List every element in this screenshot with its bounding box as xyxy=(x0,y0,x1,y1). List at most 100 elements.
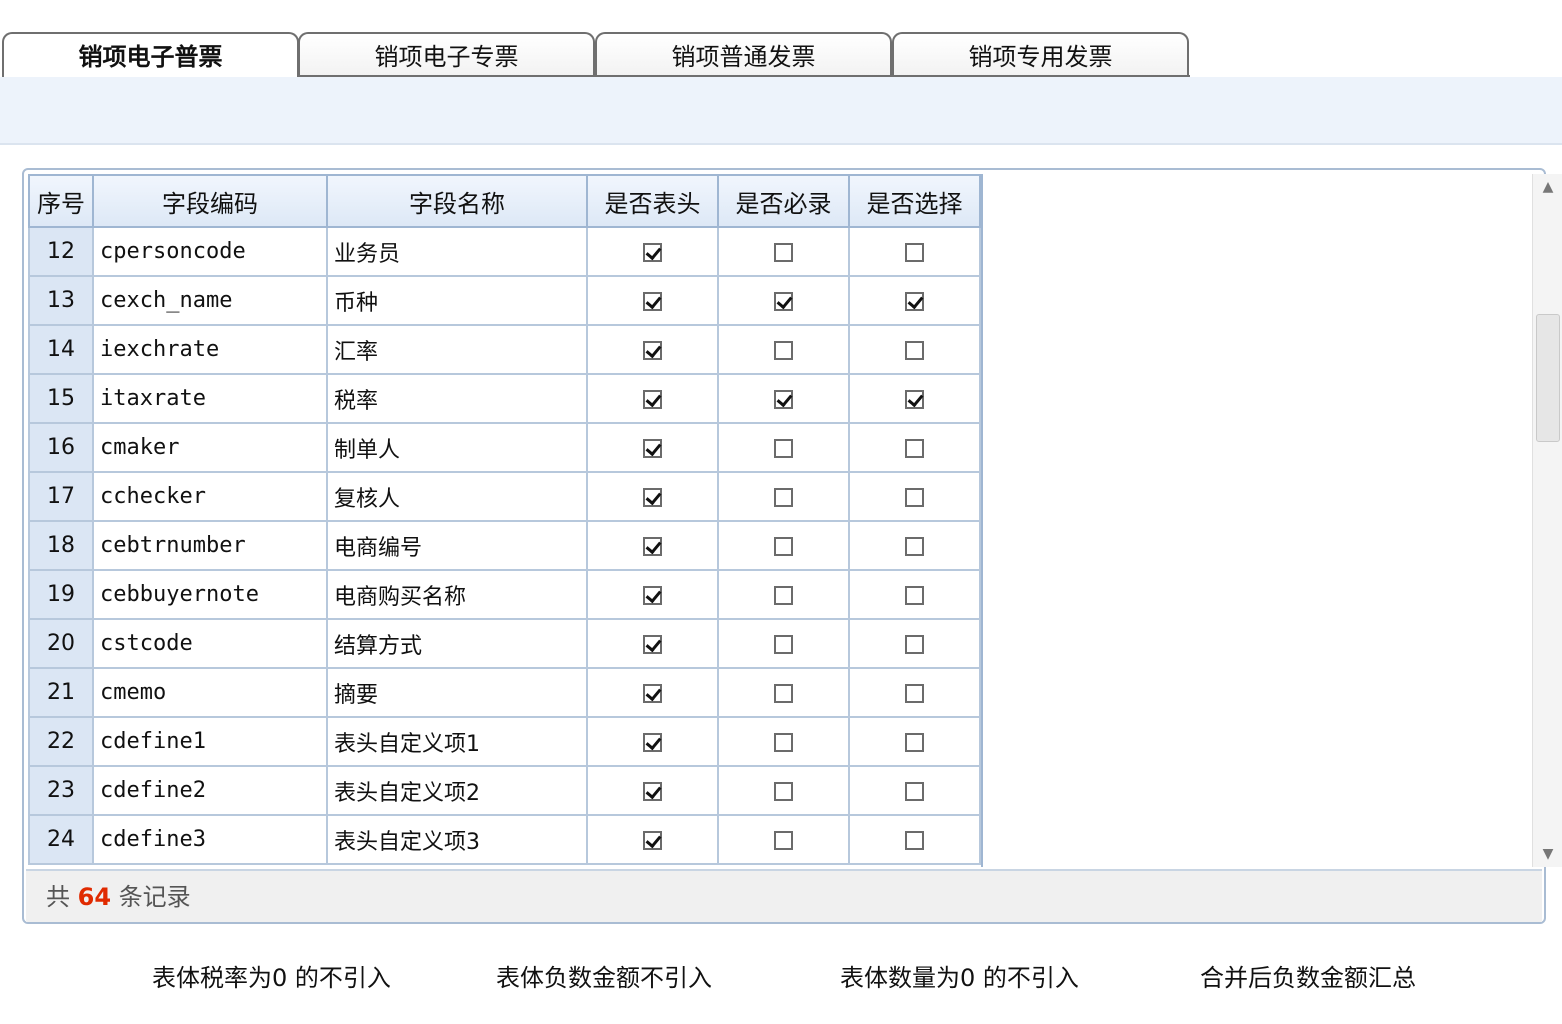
is-select-checkbox[interactable] xyxy=(905,683,924,703)
field-code-cell[interactable]: cstcode xyxy=(92,618,328,669)
option-exclude-zero-quantity[interactable]: 表体数量为0 的不引入 xyxy=(840,958,1079,993)
tab-electronic-normal-invoice[interactable]: 销项电子普票 xyxy=(2,32,299,77)
field-name-cell[interactable]: 表头自定义项1 xyxy=(326,716,588,767)
field-code-cell[interactable]: cmemo xyxy=(92,667,328,718)
table-row[interactable]: 20 cstcode 结算方式 xyxy=(28,618,981,669)
is-header-checkbox[interactable] xyxy=(643,389,662,409)
is-header-checkbox[interactable] xyxy=(643,291,662,311)
is-header-checkbox[interactable] xyxy=(643,487,662,507)
field-grid-panel: 序号 字段编码 字段名称 是否表头 是否必录 是否选择 12 cpersoncod… xyxy=(22,168,1562,924)
field-name-cell[interactable]: 电商购买名称 xyxy=(326,569,588,620)
is-required-checkbox[interactable] xyxy=(774,830,793,850)
is-required-checkbox[interactable] xyxy=(774,487,793,507)
option-exclude-negative-amount[interactable]: 表体负数金额不引入 xyxy=(496,958,712,993)
field-code-cell[interactable]: cebbuyernote xyxy=(92,569,328,620)
is-header-checkbox[interactable] xyxy=(643,585,662,605)
field-name-cell[interactable]: 币种 xyxy=(326,275,588,326)
is-select-checkbox[interactable] xyxy=(905,242,924,262)
option-merge-negative-amount-summary[interactable]: 合并后负数金额汇总 xyxy=(1200,958,1416,993)
tab-electronic-special-invoice[interactable]: 销项电子专票 xyxy=(298,32,595,77)
field-code-cell[interactable]: cdefine1 xyxy=(92,716,328,767)
field-code-cell[interactable]: cpersoncode xyxy=(92,226,328,277)
is-header-checkbox[interactable] xyxy=(643,830,662,850)
field-name-cell[interactable]: 表头自定义项3 xyxy=(326,814,588,865)
table-row[interactable]: 13 cexch_name 币种 xyxy=(28,275,981,326)
is-required-checkbox[interactable] xyxy=(774,683,793,703)
table-row[interactable]: 12 cpersoncode 业务员 xyxy=(28,226,981,277)
field-code-cell[interactable]: iexchrate xyxy=(92,324,328,375)
column-header-code[interactable]: 字段编码 xyxy=(92,174,328,228)
field-code-cell[interactable]: cexch_name xyxy=(92,275,328,326)
is-select-checkbox[interactable] xyxy=(905,830,924,850)
field-name-cell[interactable]: 电商编号 xyxy=(326,520,588,571)
is-select-checkbox[interactable] xyxy=(905,732,924,752)
field-code-cell[interactable]: itaxrate xyxy=(92,373,328,424)
table-row[interactable]: 22 cdefine1 表头自定义项1 xyxy=(28,716,981,767)
is-required-checkbox[interactable] xyxy=(774,389,793,409)
is-select-checkbox[interactable] xyxy=(905,340,924,360)
is-header-checkbox[interactable] xyxy=(643,683,662,703)
scroll-up-icon[interactable]: ▲ xyxy=(1533,174,1562,200)
table-row[interactable]: 14 iexchrate 汇率 xyxy=(28,324,981,375)
is-required-checkbox[interactable] xyxy=(774,585,793,605)
is-header-checkbox[interactable] xyxy=(643,438,662,458)
table-row[interactable]: 23 cdefine2 表头自定义项2 xyxy=(28,765,981,816)
field-code-cell[interactable]: cdefine2 xyxy=(92,765,328,816)
is-required-checkbox[interactable] xyxy=(774,732,793,752)
vertical-scrollbar[interactable]: ▲ ▼ xyxy=(1532,174,1562,867)
is-select-checkbox[interactable] xyxy=(905,634,924,654)
is-select-checkbox[interactable] xyxy=(905,536,924,556)
field-name-cell[interactable]: 制单人 xyxy=(326,422,588,473)
is-select-checkbox[interactable] xyxy=(905,585,924,605)
row-seq-cell: 18 xyxy=(28,520,94,571)
table-row[interactable]: 24 cdefine3 表头自定义项3 xyxy=(28,814,981,865)
table-row[interactable]: 21 cmemo 摘要 xyxy=(28,667,981,718)
is-header-checkbox[interactable] xyxy=(643,634,662,654)
field-code-cell[interactable]: cebtrnumber xyxy=(92,520,328,571)
checkbox-cell xyxy=(586,226,719,277)
field-name-cell[interactable]: 汇率 xyxy=(326,324,588,375)
scroll-down-icon[interactable]: ▼ xyxy=(1533,841,1562,867)
column-header-is-select[interactable]: 是否选择 xyxy=(848,174,981,228)
field-name-cell[interactable]: 表头自定义项2 xyxy=(326,765,588,816)
field-code-cell[interactable]: cmaker xyxy=(92,422,328,473)
field-name-cell[interactable]: 税率 xyxy=(326,373,588,424)
field-name-cell[interactable]: 摘要 xyxy=(326,667,588,718)
column-header-seq[interactable]: 序号 xyxy=(28,174,94,228)
table-row[interactable]: 19 cebbuyernote 电商购买名称 xyxy=(28,569,981,620)
field-name-cell[interactable]: 复核人 xyxy=(326,471,588,522)
is-required-checkbox[interactable] xyxy=(774,536,793,556)
is-select-checkbox[interactable] xyxy=(905,389,924,409)
is-select-checkbox[interactable] xyxy=(905,487,924,507)
is-required-checkbox[interactable] xyxy=(774,634,793,654)
is-header-checkbox[interactable] xyxy=(643,781,662,801)
is-select-checkbox[interactable] xyxy=(905,291,924,311)
is-header-checkbox[interactable] xyxy=(643,732,662,752)
is-required-checkbox[interactable] xyxy=(774,242,793,262)
table-row[interactable]: 17 cchecker 复核人 xyxy=(28,471,981,522)
tab-special-invoice[interactable]: 销项专用发票 xyxy=(892,32,1189,77)
table-row[interactable]: 16 cmaker 制单人 xyxy=(28,422,981,473)
option-exclude-zero-tax-rate[interactable]: 表体税率为0 的不引入 xyxy=(152,958,391,993)
table-row[interactable]: 18 cebtrnumber 电商编号 xyxy=(28,520,981,571)
checkbox-cell xyxy=(717,471,850,522)
column-header-is-required[interactable]: 是否必录 xyxy=(717,174,850,228)
scroll-thumb[interactable] xyxy=(1536,314,1560,442)
column-header-is-header[interactable]: 是否表头 xyxy=(586,174,719,228)
tab-normal-invoice[interactable]: 销项普通发票 xyxy=(595,32,892,77)
is-select-checkbox[interactable] xyxy=(905,438,924,458)
is-header-checkbox[interactable] xyxy=(643,242,662,262)
is-required-checkbox[interactable] xyxy=(774,781,793,801)
is-header-checkbox[interactable] xyxy=(643,340,662,360)
is-required-checkbox[interactable] xyxy=(774,291,793,311)
field-name-cell[interactable]: 业务员 xyxy=(326,226,588,277)
field-code-cell[interactable]: cdefine3 xyxy=(92,814,328,865)
field-name-cell[interactable]: 结算方式 xyxy=(326,618,588,669)
is-header-checkbox[interactable] xyxy=(643,536,662,556)
column-header-name[interactable]: 字段名称 xyxy=(326,174,588,228)
is-required-checkbox[interactable] xyxy=(774,438,793,458)
is-required-checkbox[interactable] xyxy=(774,340,793,360)
is-select-checkbox[interactable] xyxy=(905,781,924,801)
field-code-cell[interactable]: cchecker xyxy=(92,471,328,522)
table-row[interactable]: 15 itaxrate 税率 xyxy=(28,373,981,424)
